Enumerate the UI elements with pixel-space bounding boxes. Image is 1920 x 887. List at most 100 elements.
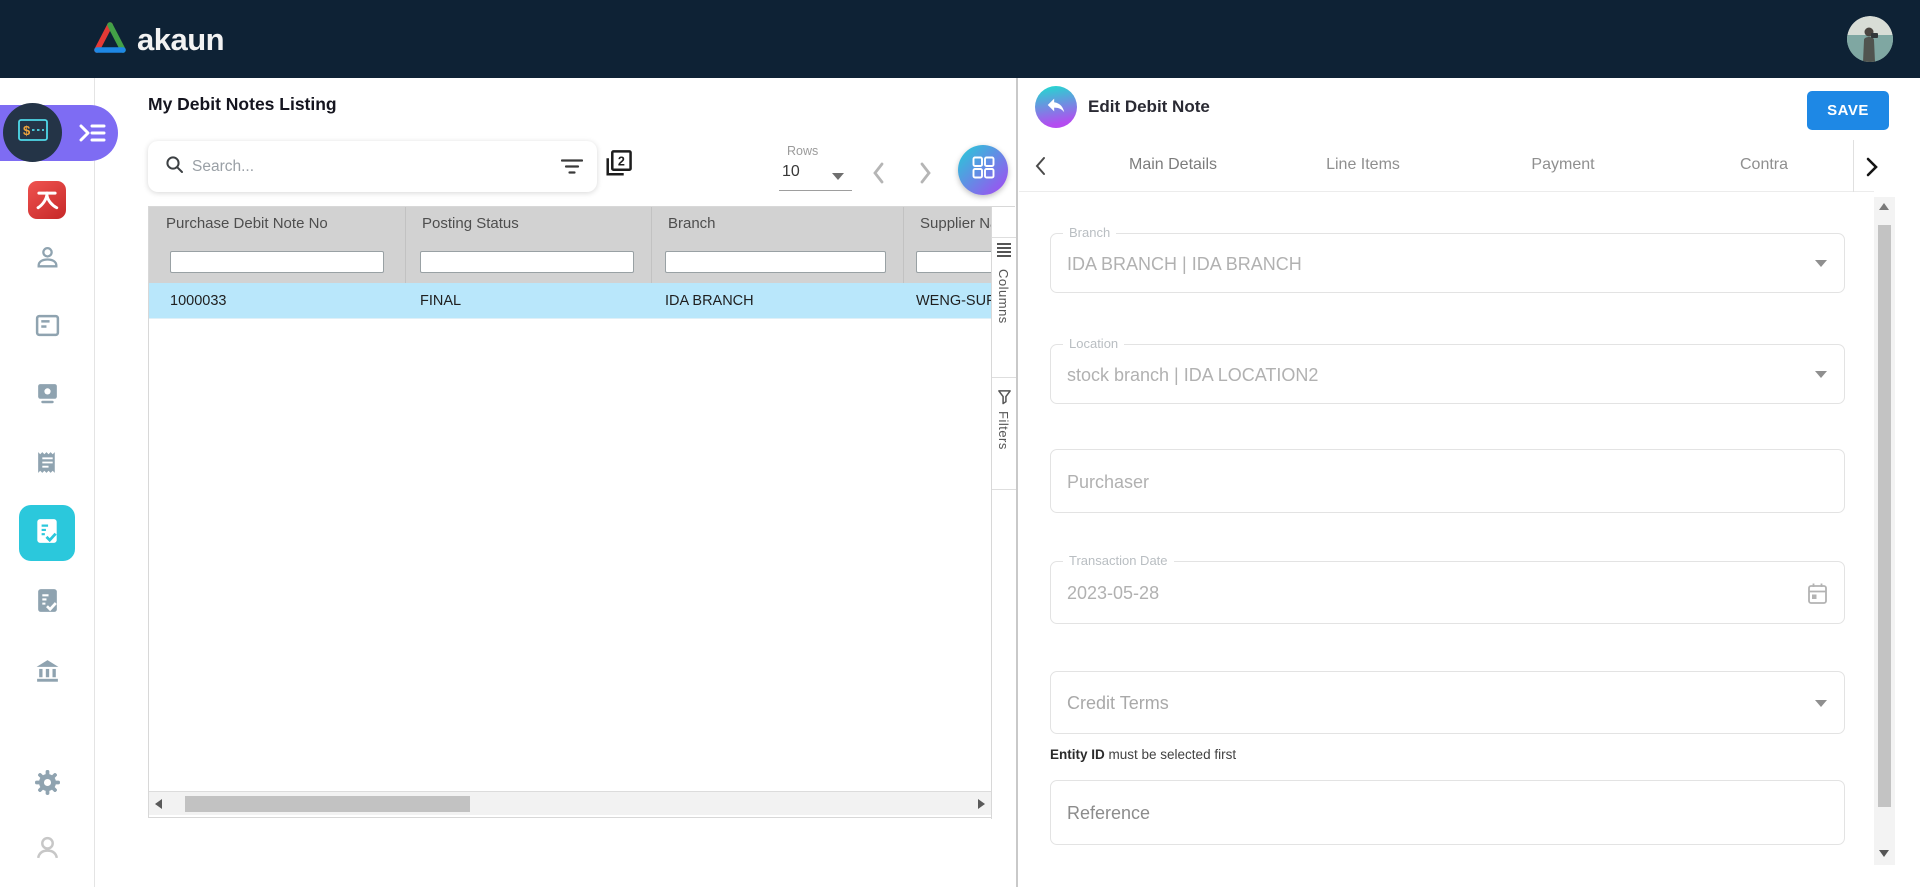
table-row[interactable]: 1000033 FINAL IDA BRANCH WENG-SUP [149, 283, 991, 319]
receipt-icon [34, 463, 61, 480]
scroll-right-arrow-icon[interactable] [978, 799, 985, 809]
location-field[interactable]: Location stock branch | IDA LOCATION2 [1050, 344, 1845, 404]
previous-page-button[interactable] [866, 158, 892, 193]
chevron-down-icon[interactable] [832, 173, 844, 180]
credit-terms-field[interactable]: Credit Terms [1050, 671, 1845, 734]
panel-tabs: Main Details Line Items Payment Contra [1019, 140, 1874, 192]
calendar-icon[interactable] [1807, 582, 1828, 610]
scroll-left-arrow-icon[interactable] [155, 799, 162, 809]
table-header: Purchase Debit Note No Posting Status Br… [149, 207, 991, 241]
filter-funnel-icon[interactable] [997, 389, 1012, 410]
tab-line-items[interactable]: Line Items [1326, 156, 1400, 174]
sidebar-item-banking[interactable] [34, 657, 61, 684]
sidebar-item-documents[interactable] [34, 312, 61, 339]
launcher-pill[interactable]: $ [0, 105, 118, 161]
card-list-icon [34, 326, 61, 343]
branch-field[interactable]: Branch IDA BRANCH | IDA BRANCH [1050, 233, 1845, 293]
column-header[interactable]: Branch [651, 207, 903, 241]
cell-posting-status: FINAL [420, 283, 655, 319]
filter-input-supplier[interactable] [916, 251, 991, 273]
tab-payment[interactable]: Payment [1531, 156, 1594, 174]
reference-placeholder: Reference [1067, 781, 1804, 846]
rows-label: Rows [787, 144, 818, 158]
scroll-down-arrow-icon[interactable] [1879, 850, 1889, 857]
tabs-scroll-right-icon[interactable] [1860, 154, 1882, 185]
column-header[interactable]: Purchase Debit Note No [149, 207, 405, 241]
chevron-down-icon[interactable] [1815, 371, 1827, 378]
cell-purchase-debit-note-no: 1000033 [170, 283, 405, 319]
sidebar-item-notes[interactable] [34, 587, 61, 614]
sidebar-item-contacts[interactable] [34, 244, 61, 271]
svg-text:2: 2 [618, 155, 625, 169]
tabs-scroll-left-icon[interactable] [1031, 154, 1051, 183]
search-input[interactable] [192, 158, 522, 176]
vertical-scrollbar[interactable] [1874, 197, 1895, 865]
pages-2-icon[interactable]: 2 [602, 148, 634, 185]
transaction-date-field[interactable]: Transaction Date 2023-05-28 [1050, 561, 1845, 624]
back-arrow-icon [1045, 94, 1067, 121]
sidebar-item-terminal[interactable] [34, 380, 61, 407]
column-header[interactable]: Supplier Na [903, 207, 991, 241]
horizontal-scrollbar-thumb[interactable] [185, 796, 470, 812]
filter-input-branch[interactable] [665, 251, 886, 273]
scroll-up-arrow-icon[interactable] [1879, 203, 1889, 210]
chevron-down-icon[interactable] [1815, 260, 1827, 267]
filter-input-purchase-debit-note-no[interactable] [170, 251, 384, 273]
tab-contra[interactable]: Contra [1740, 156, 1788, 174]
topbar: akaun [0, 0, 1920, 78]
column-header[interactable]: Posting Status [405, 207, 651, 241]
sidebar-item-receipts[interactable] [34, 449, 61, 476]
panel-divider [1016, 78, 1018, 887]
reference-field[interactable]: Reference [1050, 780, 1845, 845]
sidebar [0, 78, 95, 887]
cell-supplier-name: WENG-SUP [916, 283, 991, 319]
sidebar-item-app[interactable] [28, 181, 66, 219]
panel-title: Edit Debit Note [1088, 97, 1210, 117]
chevron-down-icon[interactable] [1815, 700, 1827, 707]
strip-divider [992, 237, 1016, 238]
menu-expand-icon[interactable] [78, 122, 106, 149]
grid-icon [972, 156, 995, 184]
user-icon [34, 848, 61, 865]
brand-name: akaun [137, 22, 224, 58]
horizontal-scrollbar[interactable] [149, 791, 991, 815]
sidebar-item-debit-notes-active[interactable] [19, 505, 75, 561]
columns-icon[interactable] [997, 243, 1011, 257]
filter-input-posting-status[interactable] [420, 251, 634, 273]
rows-per-page-select[interactable]: 10 [782, 163, 800, 181]
column-separator [405, 207, 406, 283]
filters-panel-tab[interactable]: Filters [996, 411, 1011, 450]
laptop-icon [34, 394, 61, 411]
svg-text:$: $ [23, 123, 31, 138]
save-button[interactable]: SAVE [1807, 91, 1889, 130]
credit-terms-helper-text: Entity ID must be selected first [1050, 747, 1236, 762]
person-icon [34, 258, 61, 275]
app-screen: akaun [0, 0, 1920, 887]
gear-icon [34, 783, 61, 800]
edit-debit-note-panel: Edit Debit Note SAVE Main Details Line I… [1019, 78, 1920, 887]
listing-section: My Debit Notes Listing 2 [96, 78, 1016, 887]
user-avatar[interactable] [1847, 16, 1893, 62]
next-page-button[interactable] [912, 158, 938, 193]
sidebar-item-account[interactable] [34, 834, 61, 861]
doc-check-icon [33, 517, 61, 550]
grid-view-button[interactable] [958, 145, 1008, 195]
purchaser-field[interactable]: Purchaser [1050, 449, 1845, 513]
vertical-scrollbar-thumb[interactable] [1878, 225, 1891, 807]
back-button[interactable] [1035, 86, 1077, 128]
sidebar-item-settings[interactable] [34, 769, 61, 796]
tabs-divider [1853, 140, 1854, 192]
bank-icon [34, 671, 61, 688]
helper-rest: must be selected first [1105, 747, 1236, 762]
search-icon [165, 155, 184, 179]
app-da-icon [34, 185, 60, 216]
rows-select-underline [779, 190, 852, 191]
columns-panel-tab[interactable]: Columns [996, 269, 1011, 324]
page-title: My Debit Notes Listing [148, 94, 337, 115]
doc-check-icon [34, 601, 61, 618]
filter-list-icon[interactable] [561, 158, 583, 180]
tab-main-details[interactable]: Main Details [1129, 156, 1217, 174]
cell-branch: IDA BRANCH [665, 283, 905, 319]
launcher-circle[interactable]: $ [3, 103, 62, 162]
brand-logo: akaun [92, 21, 224, 59]
